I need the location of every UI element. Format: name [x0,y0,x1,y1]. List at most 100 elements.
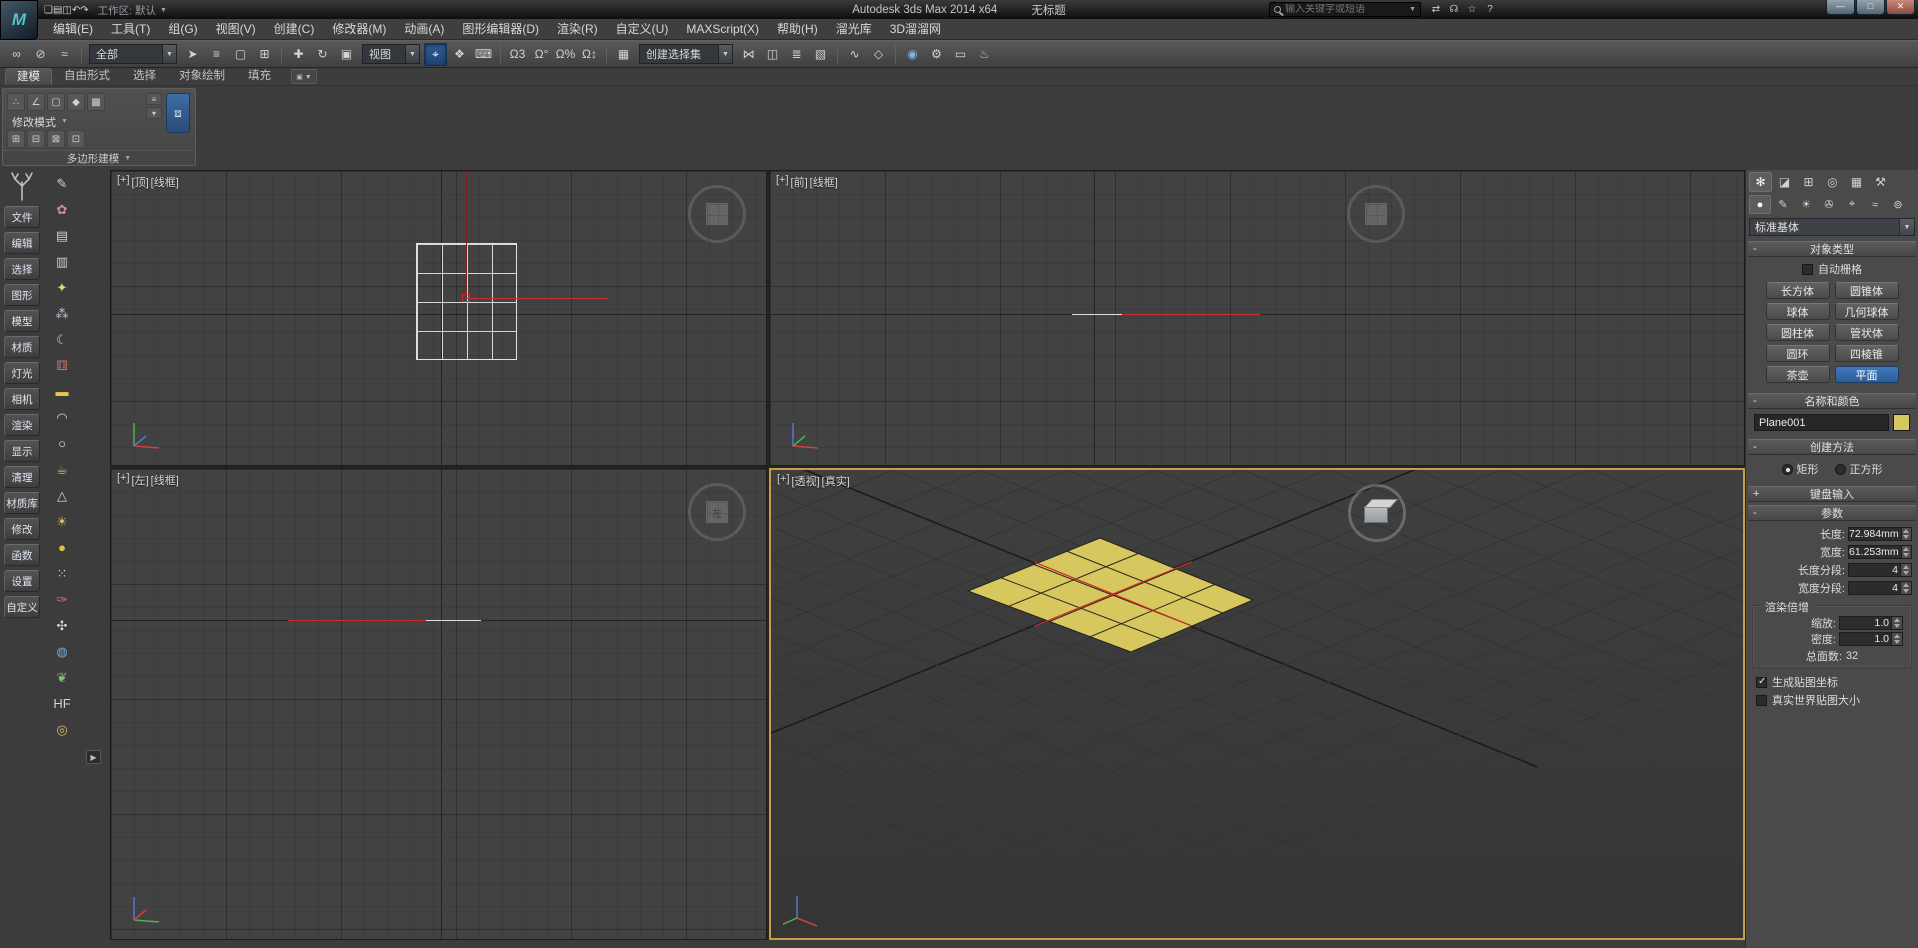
application-menu-button[interactable]: M [0,0,38,40]
menu-item[interactable]: MAXScript(X) [677,19,768,39]
bind-to-space-warp-button[interactable]: ≈ [53,43,76,66]
menu-item[interactable]: 工具(T) [102,19,159,39]
viewport-front[interactable]: [+] [前] [线框] [769,170,1745,466]
spinner-arrows[interactable] [1891,633,1902,645]
material-editor-button[interactable]: ◉ [901,43,924,66]
undo-icon[interactable]: ↶ [72,5,80,16]
sidebar-button[interactable]: 灯光 [4,362,40,384]
ribbon-tab[interactable]: 对象绘制 [168,68,236,85]
use-pivot-center-button[interactable]: ⌖ [424,43,447,66]
menu-item[interactable]: 修改器(M) [323,19,395,39]
sidebar-button[interactable]: 修改 [4,518,40,540]
sidebar-button[interactable]: 图形 [4,284,40,306]
lights-category[interactable]: ☀ [1795,195,1817,214]
globe-icon[interactable]: ◍ [50,640,74,663]
sidebar-button[interactable]: 自定义 [4,596,40,618]
list-icon[interactable]: ▤ [50,224,74,247]
communication-center-icon[interactable]: ☊ [1446,2,1462,17]
layer-manager-button[interactable]: ≣ [785,43,808,66]
helpers-category[interactable]: ⌖ [1841,195,1863,214]
strip-expand-button[interactable]: ▶ [86,750,101,764]
viewport-menu-view[interactable]: [左] [132,472,149,488]
infocenter-search[interactable]: ▼ [1269,2,1421,17]
dice-icon[interactable]: ⚅ [50,354,74,377]
preview-toggle-icon[interactable]: ▾ [146,107,162,119]
lamp-icon[interactable]: ✦ [50,276,74,299]
mapping-checkbox[interactable]: 生成贴图坐标 [1756,675,1908,689]
save-file-icon[interactable]: ◫ [62,5,71,16]
spinner-field[interactable]: 72.984mm [1848,527,1912,541]
object-type-button[interactable]: 圆锥体 [1835,282,1899,299]
motion-tab[interactable]: ◎ [1821,172,1844,192]
help-icon[interactable]: ? [1482,2,1498,17]
viewcube[interactable] [1347,185,1405,243]
viewport-top[interactable]: [+] [顶] [线框] [110,170,767,466]
schematic-view-button[interactable]: ◇ [867,43,890,66]
gizmo-center-handle[interactable] [462,294,470,302]
open-file-icon[interactable]: ▤ [53,5,62,16]
object-type-button[interactable]: 球体 [1766,303,1830,320]
object-type-button[interactable]: 平面 [1835,366,1899,383]
menu-item[interactable]: 渲染(R) [548,19,607,39]
sidebar-button[interactable]: 文件 [4,206,40,228]
select-and-move-button[interactable]: ✚ [287,43,310,66]
viewport-menu-shading[interactable]: [线框] [151,174,179,190]
viewport-menu-plus[interactable]: [+] [777,473,790,489]
space-warps-category[interactable]: ≈ [1864,195,1886,214]
graphite-ribbon-toggle[interactable]: ▧ [809,43,832,66]
search-input[interactable] [1285,4,1405,15]
viewport-menu-plus[interactable]: [+] [117,472,130,488]
spinner-arrows[interactable] [1901,546,1911,558]
sphere-icon[interactable]: ○ [50,432,74,455]
figure-icon[interactable]: ✣ [50,614,74,637]
rendered-frame-window-button[interactable]: ▭ [949,43,972,66]
rollout-keyboard-entry[interactable]: + 键盘输入 [1748,486,1916,502]
viewcube[interactable] [688,185,746,243]
object-type-button[interactable]: 茶壶 [1766,366,1830,383]
viewport-menu-view[interactable]: [顶] [132,174,149,190]
sidebar-button[interactable]: 清理 [4,466,40,488]
shapes-category[interactable]: ✎ [1772,195,1794,214]
dome-icon[interactable]: ◠ [50,406,74,429]
spinner-field[interactable]: 4 [1848,581,1912,595]
object-type-button[interactable]: 圆柱体 [1766,324,1830,341]
ribbon-tab[interactable]: 建模 [5,68,52,85]
pot-icon[interactable]: ◎ [50,718,74,741]
menu-item[interactable]: 图形编辑器(D) [453,19,548,39]
select-and-rotate-button[interactable]: ↻ [311,43,334,66]
geometry-category[interactable]: ● [1749,195,1771,214]
menu-item[interactable]: 组(G) [159,19,206,39]
sidebar-button[interactable]: 渲染 [4,414,40,436]
menu-item[interactable]: 视图(V) [207,19,265,39]
modify-mode-button[interactable]: 修改模式 ▼ [7,114,191,129]
viewcube-face[interactable] [1365,203,1387,225]
viewport-menu-plus[interactable]: [+] [776,174,789,190]
autogrid-checkbox[interactable]: 自动栅格 [1746,261,1918,277]
maximize-button[interactable]: □ [1856,0,1885,15]
viewport-perspective[interactable]: [+] [透视] [真实] [769,468,1745,940]
viewcube[interactable] [1348,484,1406,542]
brush-icon[interactable]: ✑ [50,588,74,611]
sidebar-button[interactable]: 材质 [4,336,40,358]
keyboard-override-toggle[interactable]: ⌨ [472,43,495,66]
teapot-icon[interactable]: ☕ [50,458,74,481]
menu-item[interactable]: 3D溜溜网 [881,19,950,39]
sidebar-button[interactable]: 编辑 [4,232,40,254]
heightfield-icon[interactable]: HF [50,692,74,715]
viewcube-cube[interactable] [1364,506,1388,523]
gizmo-x-axis[interactable] [466,298,608,299]
cone-icon[interactable]: △ [50,484,74,507]
collapse-stack-icon[interactable]: ≡ [146,93,162,105]
systems-category[interactable]: ⊚ [1887,195,1909,214]
reference-coordinate-dropdown[interactable]: 视图▼ [362,44,420,64]
edge-mode-icon[interactable]: ∠ [27,93,45,111]
named-selection-sets-dropdown[interactable]: 创建选择集▼ [639,44,733,64]
curve-editor-button[interactable]: ∿ [843,43,866,66]
viewport-menu-plus[interactable]: [+] [117,174,130,190]
rollout-creation-method[interactable]: - 创建方法 [1748,439,1916,455]
create-tab[interactable]: ✻ [1749,172,1772,192]
sidebar-button[interactable]: 函数 [4,544,40,566]
menu-item[interactable]: 创建(C) [265,19,324,39]
workspace-dropdown[interactable]: 工作区: 默认 ▼ [92,3,173,18]
object-type-button[interactable]: 管状体 [1835,324,1899,341]
